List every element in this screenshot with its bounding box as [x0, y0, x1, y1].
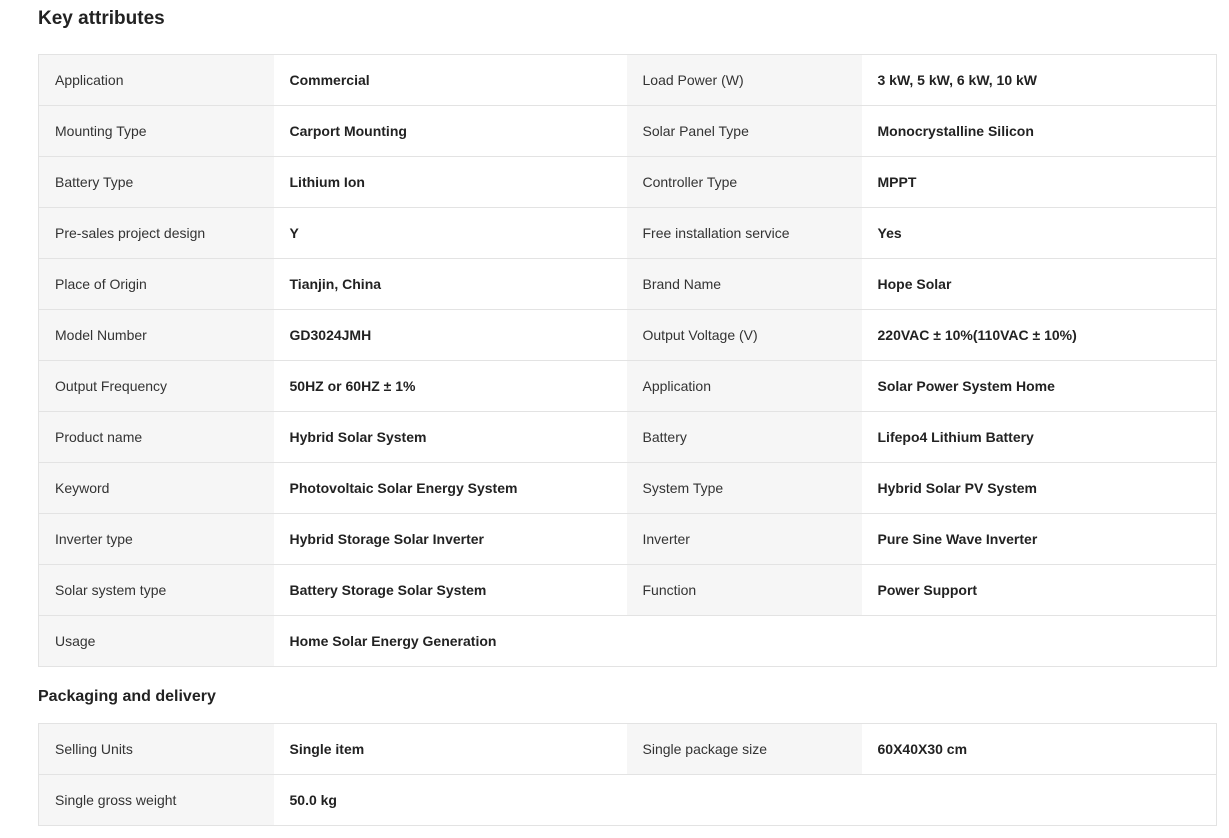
- attribute-value: Lithium Ion: [273, 156, 627, 208]
- attribute-row: Product name Hybrid Solar System Battery Li…: [38, 411, 1217, 463]
- attribute-value: Hybrid Storage Solar Inverter: [273, 513, 627, 565]
- attribute-value: Commercial: [273, 54, 627, 106]
- attribute-value: Y: [273, 207, 627, 259]
- attribute-value: Carport Mounting: [273, 105, 627, 157]
- attribute-label: Function: [626, 564, 862, 616]
- attribute-label: Free installation service: [626, 207, 862, 259]
- attribute-value: Solar Power System Home: [861, 360, 1217, 412]
- attribute-value: 50.0 kg: [273, 774, 627, 826]
- attribute-label: Inverter type: [38, 513, 274, 565]
- attribute-value: 60X40X30 cm: [861, 723, 1217, 775]
- attribute-value: Hybrid Solar System: [273, 411, 627, 463]
- attribute-label: Product name: [38, 411, 274, 463]
- attribute-value: 220VAC ± 10%(110VAC ± 10%): [861, 309, 1217, 361]
- attribute-label: Single package size: [626, 723, 862, 775]
- packaging-delivery-table: Selling Units Single item Single package s…: [38, 723, 1217, 826]
- attribute-row: Place of Origin Tianjin, China Brand Name H…: [38, 258, 1217, 310]
- attribute-value: Yes: [861, 207, 1217, 259]
- key-attributes-title: Key attributes: [38, 8, 165, 29]
- attribute-label: Pre-sales project design: [38, 207, 274, 259]
- attribute-value: Photovoltaic Solar Energy System: [273, 462, 627, 514]
- attribute-label: Output Frequency: [38, 360, 274, 412]
- attribute-label: Solar system type: [38, 564, 274, 616]
- attribute-label: Load Power (W): [626, 54, 862, 106]
- attribute-row: Application Commercial Load Power (W) 3 kW,…: [38, 54, 1217, 106]
- attribute-row: Mounting Type Carport Mounting Solar Panel…: [38, 105, 1217, 157]
- attribute-label: Output Voltage (V): [626, 309, 862, 361]
- attribute-row: Model Number GD3024JMH Output Voltage (V) 2…: [38, 309, 1217, 361]
- key-attributes-table: Application Commercial Load Power (W) 3 kW,…: [38, 54, 1217, 667]
- attribute-value: 3 kW, 5 kW, 6 kW, 10 kW: [861, 54, 1217, 106]
- attribute-value: Hybrid Solar PV System: [861, 462, 1217, 514]
- attribute-label: Mounting Type: [38, 105, 274, 157]
- attribute-label: Battery: [626, 411, 862, 463]
- attribute-value: Tianjin, China: [273, 258, 627, 310]
- attribute-label: Keyword: [38, 462, 274, 514]
- attribute-label: System Type: [626, 462, 862, 514]
- attribute-row: Keyword Photovoltaic Solar Energy System S…: [38, 462, 1217, 514]
- empty-cell: [626, 774, 1217, 826]
- attribute-row: Battery Type Lithium Ion Controller Type MP…: [38, 156, 1217, 208]
- attribute-label: Single gross weight: [38, 774, 274, 826]
- empty-cell: [626, 615, 1217, 667]
- attribute-value: Hope Solar: [861, 258, 1217, 310]
- attribute-row: Selling Units Single item Single package s…: [38, 723, 1217, 775]
- attribute-label: Application: [626, 360, 862, 412]
- attribute-label: Selling Units: [38, 723, 274, 775]
- attribute-value: Power Support: [861, 564, 1217, 616]
- attribute-row: Usage Home Solar Energy Generation: [38, 615, 1217, 667]
- attribute-row: Output Frequency 50HZ or 60HZ ± 1% Applica…: [38, 360, 1217, 412]
- attribute-row: Single gross weight 50.0 kg: [38, 774, 1217, 826]
- attribute-value: 50HZ or 60HZ ± 1%: [273, 360, 627, 412]
- attribute-label: Brand Name: [626, 258, 862, 310]
- attribute-label: Solar Panel Type: [626, 105, 862, 157]
- attribute-value: Monocrystalline Silicon: [861, 105, 1217, 157]
- attribute-label: Inverter: [626, 513, 862, 565]
- attribute-row: Pre-sales project design Y Free installati…: [38, 207, 1217, 259]
- attribute-value: Pure Sine Wave Inverter: [861, 513, 1217, 565]
- attribute-value: Battery Storage Solar System: [273, 564, 627, 616]
- attribute-label: Controller Type: [626, 156, 862, 208]
- attribute-label: Application: [38, 54, 274, 106]
- attribute-label: Place of Origin: [38, 258, 274, 310]
- attribute-row: Inverter type Hybrid Storage Solar Invert…: [38, 513, 1217, 565]
- attribute-label: Model Number: [38, 309, 274, 361]
- attribute-value: GD3024JMH: [273, 309, 627, 361]
- attribute-value: Home Solar Energy Generation: [273, 615, 627, 667]
- attribute-value: Lifepo4 Lithium Battery: [861, 411, 1217, 463]
- attribute-value: MPPT: [861, 156, 1217, 208]
- attribute-label: Usage: [38, 615, 274, 667]
- attribute-value: Single item: [273, 723, 627, 775]
- packaging-delivery-title: Packaging and delivery: [38, 688, 216, 705]
- attribute-row: Solar system type Battery Storage Solar S…: [38, 564, 1217, 616]
- attribute-label: Battery Type: [38, 156, 274, 208]
